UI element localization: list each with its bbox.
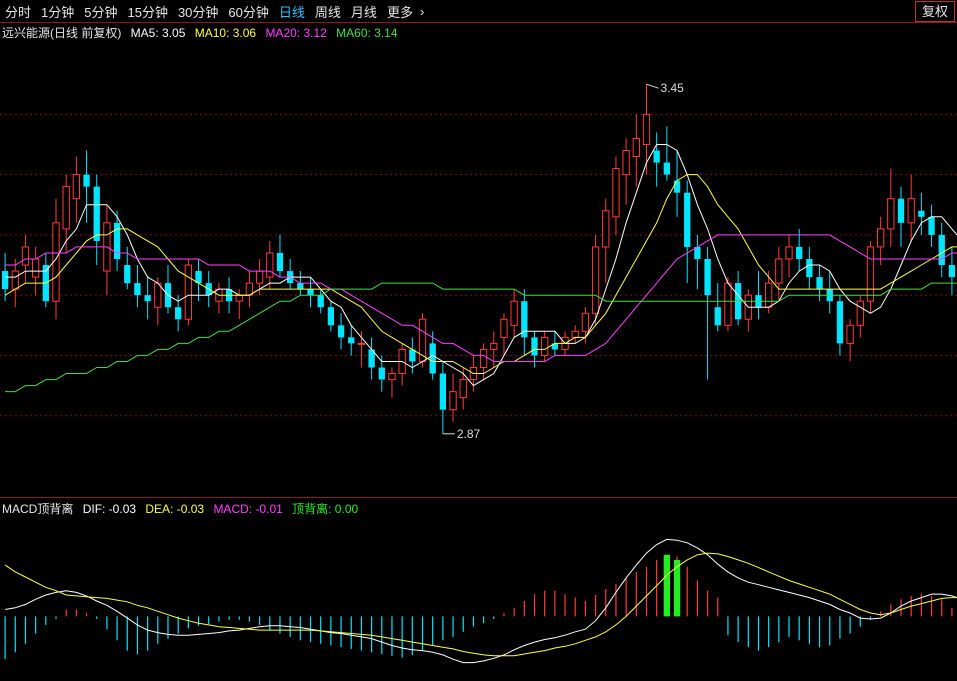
candle-body [796, 246, 803, 259]
divergence-bar [663, 554, 671, 617]
candle-body [928, 216, 935, 235]
candle-body [510, 300, 518, 326]
candle-body [348, 337, 355, 344]
kline-chart[interactable]: 3.45 2.87 [0, 0, 957, 681]
candle-body [521, 301, 528, 338]
candle-body [764, 282, 773, 308]
candle-body [612, 168, 620, 218]
candle-body [184, 264, 193, 320]
candle-body [235, 294, 243, 302]
candle-body [357, 342, 366, 345]
candle-body [134, 283, 141, 296]
candle-body [856, 300, 864, 326]
candle-body [897, 198, 905, 223]
candle-body [704, 259, 711, 296]
candle-body [581, 312, 590, 332]
candle-body [93, 186, 100, 241]
candle-body [887, 198, 895, 230]
candle-body [62, 186, 70, 230]
candle-body [775, 258, 783, 284]
candle-body [724, 282, 732, 326]
candle-body [531, 337, 538, 356]
candle-body [632, 137, 640, 158]
candle-body [429, 343, 436, 374]
candle-body [124, 265, 131, 284]
candle-body [714, 307, 721, 326]
low-label: 2.87 [457, 427, 481, 441]
candle-body [806, 259, 813, 278]
candle-body [602, 210, 610, 248]
candle-body [642, 113, 651, 145]
candle-body [276, 252, 284, 272]
candle-body [622, 150, 630, 176]
candle-body [11, 270, 19, 290]
candle-body [31, 258, 40, 278]
candle-body [113, 222, 121, 259]
candle-body [439, 373, 447, 410]
candle-body [591, 246, 600, 314]
candle-body [337, 325, 345, 338]
candle-body [876, 228, 885, 248]
candle-body [490, 342, 498, 350]
candle-body [836, 301, 844, 344]
high-label: 3.45 [660, 81, 684, 95]
candle-body [663, 162, 671, 175]
candle-body [388, 373, 396, 381]
candle-body [907, 198, 915, 224]
candle-body [673, 180, 681, 193]
candle-body [307, 289, 314, 296]
candle-body [144, 295, 151, 302]
candle-body [175, 307, 182, 320]
candle-body [72, 174, 81, 200]
candle-body [378, 367, 385, 380]
candle-body [449, 391, 457, 411]
candle-body [255, 270, 264, 284]
candle-body [459, 379, 467, 399]
candle-body [327, 307, 335, 326]
candle-body [500, 318, 508, 338]
candle-body [816, 277, 823, 290]
high-marker [646, 83, 659, 89]
candle-body [21, 246, 30, 266]
candle-body [653, 150, 660, 163]
candle-body [684, 192, 691, 247]
candle-body [1, 271, 9, 290]
candle-body [918, 210, 925, 217]
candle-body [846, 324, 854, 344]
candle-body [266, 252, 274, 278]
candle-body [83, 174, 90, 187]
candle-body [297, 283, 304, 290]
candle-body [571, 330, 579, 338]
candle-body [541, 336, 549, 356]
candle-body [154, 282, 162, 308]
candle-body [785, 246, 793, 260]
candle-body [866, 246, 875, 302]
candle-body [938, 234, 945, 266]
candle-body [948, 265, 956, 278]
candle-body [317, 295, 324, 308]
candle-body [479, 348, 488, 368]
ma10-line [4, 174, 957, 374]
